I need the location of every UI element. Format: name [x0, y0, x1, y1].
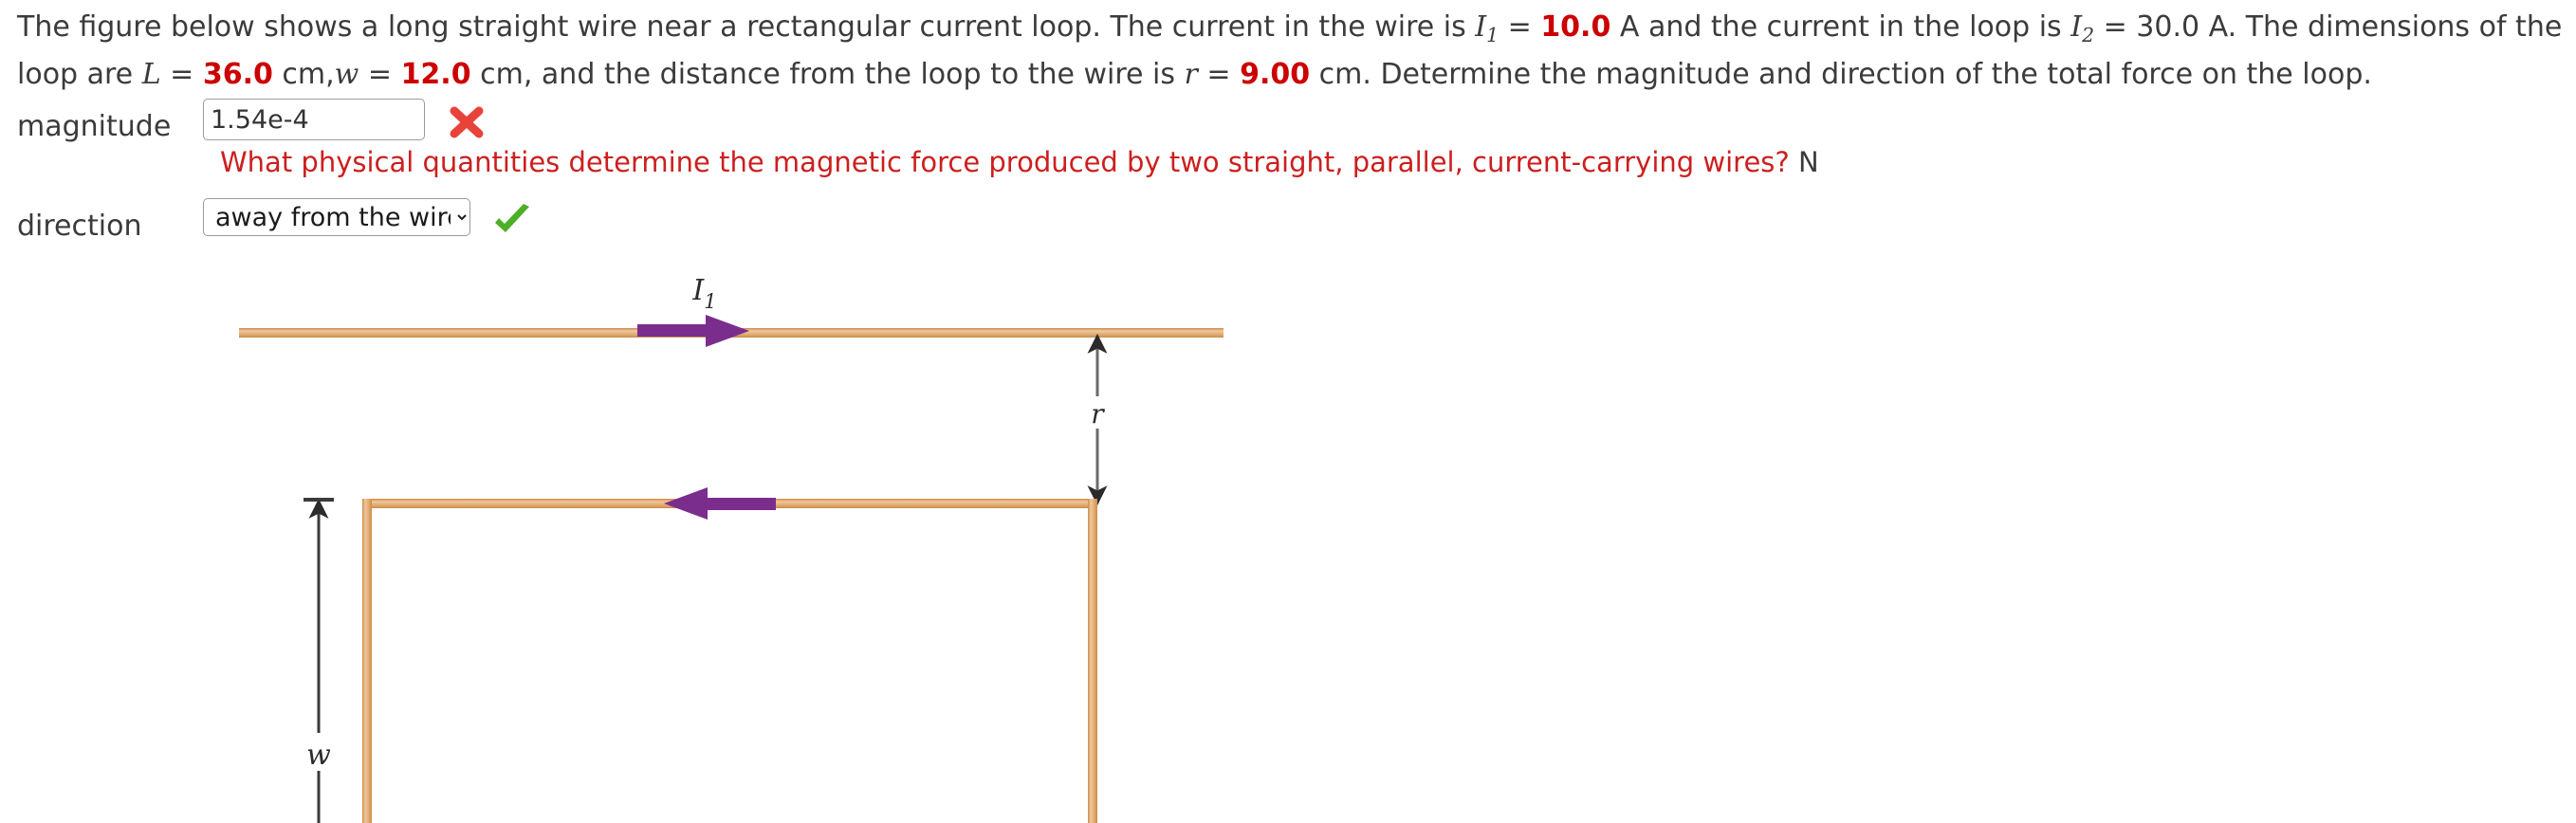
current-loop: [362, 499, 1097, 823]
direction-select[interactable]: away from the wiretoward the wire: [203, 198, 470, 236]
current-arrow-I1: [637, 315, 749, 347]
equals-1: =: [1499, 10, 1541, 44]
dimension-r: r: [1083, 333, 1112, 506]
problem-text-seg2: A and the current in the loop is: [1610, 10, 2071, 44]
equals-2: =: [2094, 10, 2137, 44]
symbol-I2: I2: [2070, 10, 2095, 47]
correct-icon: [491, 200, 533, 242]
value-I1: 10.0: [1540, 10, 1611, 44]
dimension-w: w: [303, 498, 335, 823]
value-r: 9.00: [1240, 58, 1311, 92]
answer-block: magnitude What physical quantities deter…: [17, 99, 2293, 243]
magnitude-hint-text: What physical quantities determine the m…: [220, 146, 1790, 178]
label-r: r: [1091, 398, 1105, 430]
value-w: 12.0: [400, 58, 471, 92]
equals-4: =: [359, 58, 401, 92]
problem-text-seg5: cm, and the distance from the loop to th…: [470, 58, 1185, 92]
magnitude-row: magnitude What physical quantities deter…: [17, 99, 2293, 178]
incorrect-icon: [446, 101, 488, 142]
symbol-w: w: [334, 58, 359, 92]
direction-label: direction: [17, 210, 142, 243]
problem-text-seg1: The figure below shows a long straight w…: [17, 10, 1476, 44]
label-I1: I1: [691, 274, 716, 313]
value-L: 36.0: [202, 58, 273, 92]
direction-field-group: away from the wiretoward the wire: [203, 198, 533, 240]
value-I2: 30.0: [2136, 10, 2200, 44]
magnitude-input[interactable]: [203, 99, 425, 140]
problem-text-seg6: cm. Determine the magnitude and directio…: [1310, 58, 2372, 92]
current-arrow-loop-top: [664, 487, 776, 520]
label-w: w: [306, 739, 331, 772]
equals-5: =: [1197, 58, 1241, 92]
magnitude-unit: N: [1798, 146, 1819, 178]
figure-svg: I1 r I2 = 30.0 A: [239, 274, 1224, 823]
magnitude-field-group: [203, 99, 488, 140]
symbol-I1: I1: [1475, 10, 1500, 47]
problem-text-seg4: cm,: [272, 58, 335, 92]
equals-3: =: [160, 58, 203, 92]
direction-row: direction away from the wiretoward the w…: [17, 198, 2293, 243]
magnitude-hint: What physical quantities determine the m…: [220, 146, 1819, 178]
magnitude-label: magnitude: [17, 110, 172, 143]
physics-figure: I1 r I2 = 30.0 A: [0, 254, 1328, 823]
problem-statement: The figure below shows a long straight w…: [17, 8, 2568, 94]
symbol-L: L: [141, 58, 161, 92]
symbol-r: r: [1184, 58, 1198, 92]
